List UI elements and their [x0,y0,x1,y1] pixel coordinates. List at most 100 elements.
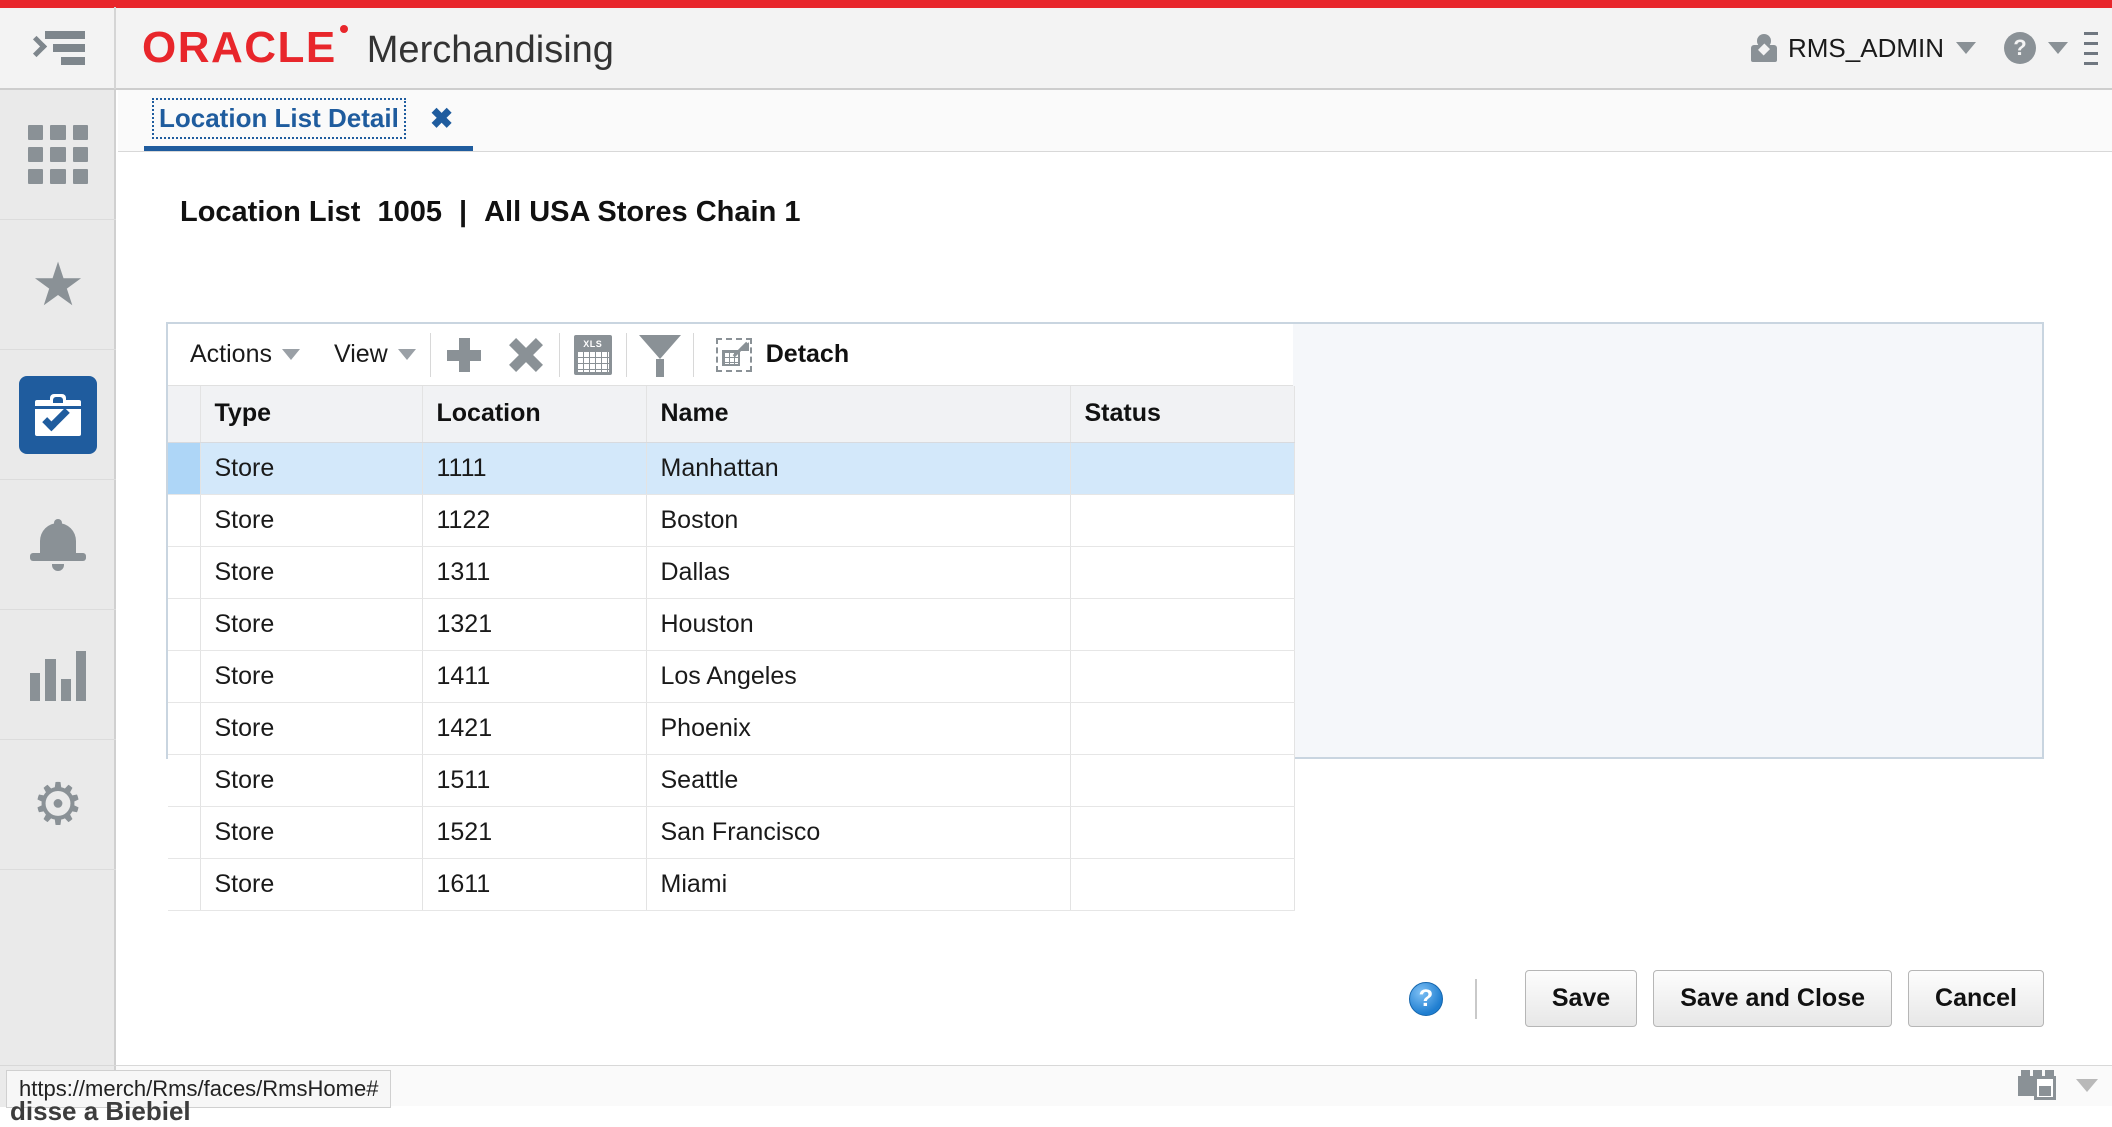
cell-type: Store [200,754,423,807]
help-chevron-down-icon[interactable] [2048,42,2068,54]
user-menu[interactable]: RMS_ADMIN [1750,33,1976,64]
chevron-down-icon[interactable] [2076,1078,2098,1092]
add-row-button[interactable] [433,324,495,386]
main-content: Location List Detail ✖ Location List 100… [118,90,2112,1065]
table-row[interactable]: Store 1122 Boston [168,494,1295,547]
table-row[interactable]: Store 1111 Manhattan [168,442,1295,495]
brand: ORACLE Merchandising [142,23,614,73]
screenshot-blocks-icon[interactable] [2018,1070,2058,1100]
star-icon: ★ [31,250,85,318]
page-title-separator: | [458,196,468,228]
hamburger-collapse-icon [25,29,85,67]
status-bar-right-controls [2018,1070,2098,1100]
help-icon[interactable]: ? [2004,32,2036,64]
cell-type: Store [200,806,423,859]
table-row[interactable]: Store 1421 Phoenix [168,702,1295,755]
detach-label: Detach [765,340,850,368]
filter-button[interactable] [629,324,691,386]
view-menu-button[interactable]: View [312,324,428,385]
cell-name: Miami [646,858,1071,911]
column-header-name[interactable]: Name [646,386,1071,443]
cell-location: 1411 [422,650,647,703]
save-and-close-button[interactable]: Save and Close [1653,970,1893,1027]
xls-badge-label: XLS [576,337,609,351]
cell-location: 1511 [422,754,647,807]
oracle-logo: ORACLE [142,23,348,72]
row-select-header [168,386,201,443]
bar-chart-icon [30,649,86,701]
row-select-cell[interactable] [168,702,201,755]
table-row[interactable]: Store 1411 Los Angeles [168,650,1295,703]
table-row[interactable]: Store 1521 San Francisco [168,806,1295,859]
footer-help-icon[interactable]: ? [1408,981,1443,1016]
cell-name: Boston [646,494,1071,547]
table-toolbar: Actions View XLS Detach [168,324,1293,386]
sidebar-item-reports[interactable] [0,610,116,740]
table-body: Store 1111 Manhattan Store 1122 Boston Store 13… [168,442,1295,911]
tab-label[interactable]: Location List Detail [152,98,406,139]
view-label: View [333,340,388,368]
chevron-down-icon [1956,42,1976,54]
table-row[interactable]: Store 1611 Miami [168,858,1295,911]
header-right-controls: RMS_ADMIN ? [1750,28,2112,68]
detach-button[interactable]: Detach [696,324,869,385]
row-select-cell[interactable] [168,650,201,703]
export-to-excel-button[interactable]: XLS [562,324,624,386]
sidebar-item-tasks-selected-bg [19,375,97,454]
table-header-row: Type Location Name Status [168,386,1295,443]
actions-label: Actions [190,340,272,368]
row-select-cell[interactable] [168,442,201,495]
table-header: Type Location Name Status [168,386,1295,443]
sidebar-item-apps[interactable] [0,90,116,220]
tab-location-list-detail[interactable]: Location List Detail ✖ [144,91,474,151]
chevron-down-icon [397,349,416,360]
sidebar-toggle-button[interactable] [0,7,116,89]
overflow-menu-icon[interactable] [2084,28,2104,68]
table-row[interactable]: Store 1511 Seattle [168,754,1295,807]
column-header-location[interactable]: Location [422,386,647,443]
cell-status [1070,598,1295,651]
gear-icon: ⚙ [32,771,84,837]
detach-icon [715,337,752,372]
row-select-cell[interactable] [168,546,201,599]
row-select-cell[interactable] [168,494,201,547]
row-select-cell[interactable] [168,858,201,911]
column-header-type[interactable]: Type [200,386,423,443]
cell-status [1070,806,1295,859]
cell-type: Store [200,598,423,651]
row-select-cell[interactable] [168,598,201,651]
table-row[interactable]: Store 1321 Houston [168,598,1295,651]
actions-menu-button[interactable]: Actions [168,324,312,385]
column-header-status[interactable]: Status [1070,386,1295,443]
sidebar-item-settings[interactable]: ⚙ [0,740,116,870]
cell-status [1070,650,1295,703]
sidebar-item-favorites[interactable]: ★ [0,220,116,350]
toolbar-divider [429,332,431,377]
cell-location: 1321 [422,598,647,651]
table-row[interactable]: Store 1311 Dallas [168,546,1295,599]
cell-type: Store [200,546,423,599]
cancel-button[interactable]: Cancel [1908,970,2044,1027]
save-button[interactable]: Save [1524,970,1638,1027]
page-title: Location List 1005 | All USA Stores Chai… [180,196,2112,229]
sidebar-item-tasks[interactable] [0,350,116,480]
delete-row-button[interactable] [495,324,557,386]
app-name: Merchandising [366,29,614,71]
row-select-cell[interactable] [168,754,201,807]
close-icon[interactable]: ✖ [430,104,453,133]
cell-location: 1611 [422,858,647,911]
bell-icon [30,518,86,571]
page-title-label: Location List [180,196,361,228]
footer-actions: ? Save Save and Close Cancel [166,970,2044,1027]
cell-name: Manhattan [646,442,1071,495]
sidebar-item-notifications[interactable] [0,480,116,610]
cell-status [1070,546,1295,599]
cell-type: Store [200,494,423,547]
cell-status [1070,494,1295,547]
global-header: ORACLE Merchandising RMS_ADMIN ? [0,7,2112,90]
tab-bar: Location List Detail ✖ [118,90,2112,152]
cell-name: Houston [646,598,1071,651]
user-avatar-icon [1750,34,1777,62]
row-select-cell[interactable] [168,806,201,859]
cell-name: Dallas [646,546,1071,599]
